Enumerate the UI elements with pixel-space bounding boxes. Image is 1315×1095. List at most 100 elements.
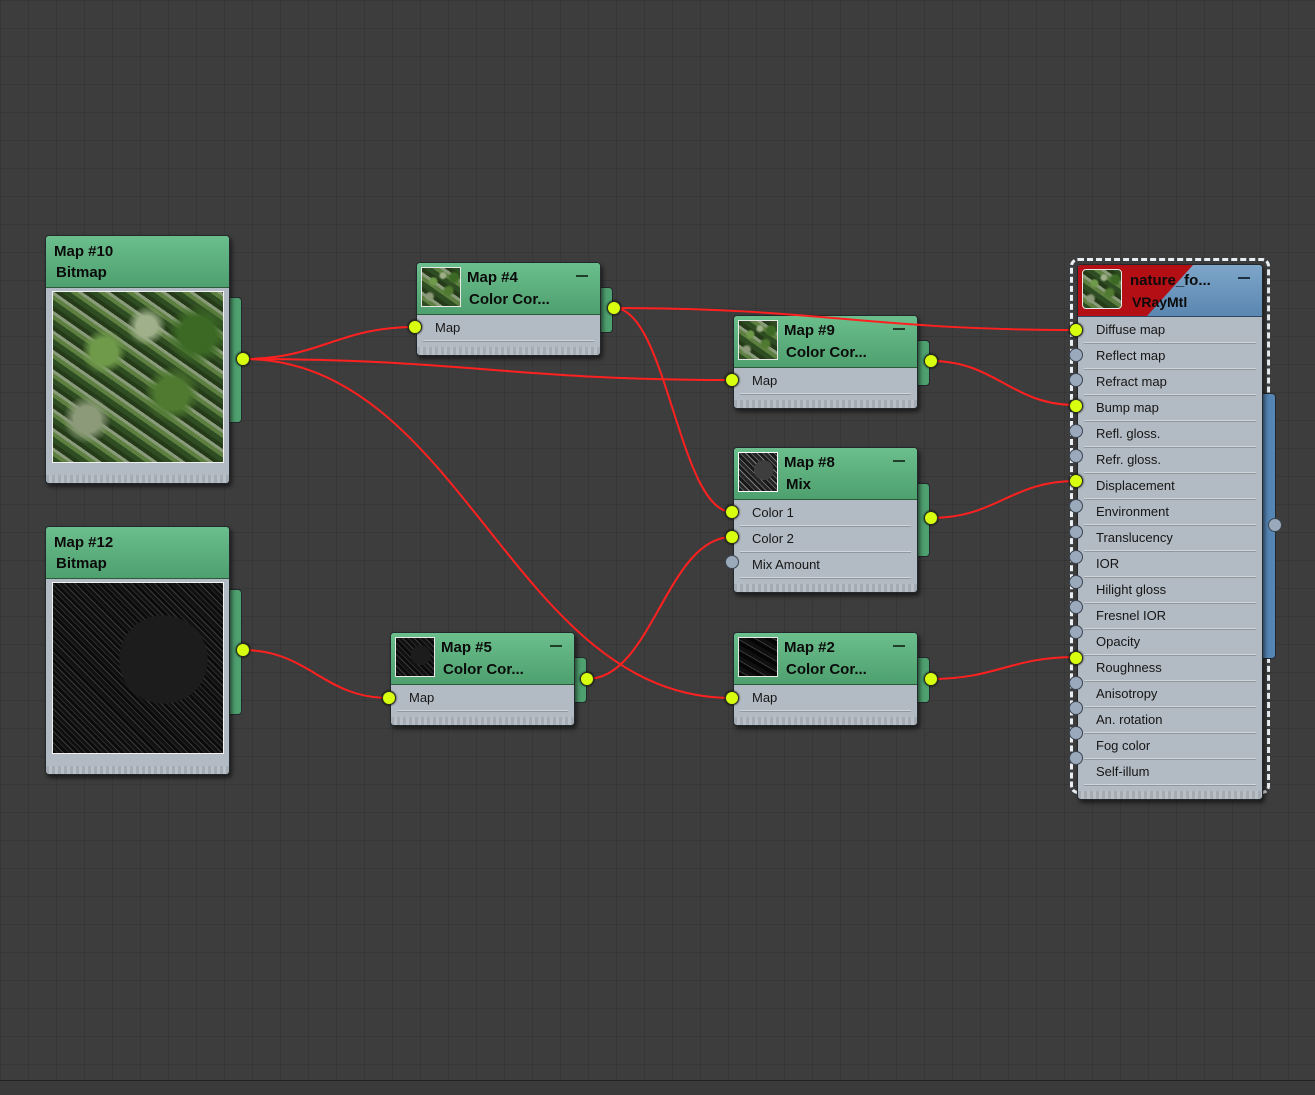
minus-icon[interactable]	[550, 645, 562, 647]
material-slot-ior[interactable]: IOR	[1084, 551, 1256, 577]
resize-grip[interactable]	[46, 475, 229, 483]
material-slot-reflect-map[interactable]: Reflect map	[1084, 343, 1256, 369]
material-slot-refl-gloss[interactable]: Refl. gloss.	[1084, 421, 1256, 447]
input-slot-map[interactable]: Map	[740, 685, 911, 711]
map10-output-socket[interactable]	[236, 352, 250, 366]
material-input-socket-an-rotation[interactable]	[1069, 701, 1083, 715]
material-slot-self-illum[interactable]: Self-illum	[1084, 759, 1256, 785]
material-input-socket-refl-gloss[interactable]	[1069, 423, 1083, 438]
node-header[interactable]: Map #5 Color Cor...	[391, 633, 574, 685]
material-input-socket-refr-gloss[interactable]	[1069, 449, 1083, 463]
minus-icon[interactable]	[576, 275, 588, 277]
node-header[interactable]: Map #4 Color Cor...	[417, 263, 600, 315]
map4-input-socket-map[interactable]	[408, 320, 422, 334]
material-slot-displacement[interactable]: Displacement	[1084, 473, 1256, 499]
map9-output-socket[interactable]	[924, 354, 938, 368]
map9-input-socket-map[interactable]	[725, 373, 739, 387]
material-input-socket-ior[interactable]	[1069, 549, 1083, 564]
slot-label: Refl. gloss.	[1096, 426, 1161, 441]
material-slot-refr-gloss[interactable]: Refr. gloss.	[1084, 447, 1256, 473]
material-slot-hilight-gloss[interactable]: Hilight gloss	[1084, 577, 1256, 603]
node-title: Map #12	[54, 534, 114, 551]
node-title: Map #9	[784, 322, 835, 339]
node-map2[interactable]: Map #2 Color Cor... Map	[733, 632, 918, 726]
node-material[interactable]: nature_fo... VRayMtl Diffuse map Reflect …	[1077, 264, 1263, 800]
node-subtitle: Bitmap	[56, 264, 107, 281]
resize-grip[interactable]	[46, 766, 229, 774]
material-slot-anisotropy[interactable]: Anisotropy	[1084, 681, 1256, 707]
map5-output-socket[interactable]	[580, 672, 594, 686]
map2-output-socket[interactable]	[924, 672, 938, 686]
node-header[interactable]: Map #8 Mix	[734, 448, 917, 500]
slot-label: Opacity	[1096, 634, 1141, 649]
map-thumbnail	[738, 320, 778, 360]
resize-grip[interactable]	[734, 584, 917, 592]
node-header[interactable]: Map #12 Bitmap	[46, 527, 229, 579]
map8-output-socket[interactable]	[924, 511, 938, 525]
wire-map2-to-roughness	[930, 656, 1077, 680]
resize-grip[interactable]	[1078, 791, 1262, 799]
material-slot-refract-map[interactable]: Refract map	[1084, 369, 1256, 395]
material-input-socket-bump-map[interactable]	[1069, 398, 1083, 413]
minus-icon[interactable]	[1238, 277, 1250, 279]
resize-grip[interactable]	[734, 400, 917, 408]
material-slot-opacity[interactable]: Opacity	[1084, 629, 1256, 655]
node-title: Map #5	[441, 639, 492, 656]
node-subtitle: Color Cor...	[443, 661, 524, 678]
material-slot-environment[interactable]: Environment	[1084, 499, 1256, 525]
wire-map12-to-map5	[242, 649, 390, 699]
material-slot-translucency[interactable]: Translucency	[1084, 525, 1256, 551]
slot-label: Roughness	[1096, 660, 1162, 675]
material-slot-an-rotation[interactable]: An. rotation	[1084, 707, 1256, 733]
resize-grip[interactable]	[734, 717, 917, 725]
map8-input-socket-color1[interactable]	[725, 505, 739, 519]
input-slot-mix-amount[interactable]: Mix Amount	[740, 552, 911, 578]
map2-input-socket-map[interactable]	[725, 691, 739, 705]
material-input-socket-roughness[interactable]	[1069, 650, 1083, 665]
material-output-socket[interactable]	[1268, 518, 1282, 532]
slot-label: Anisotropy	[1096, 686, 1158, 701]
node-header[interactable]: Map #10 Bitmap	[46, 236, 229, 288]
node-header[interactable]: Map #2 Color Cor...	[734, 633, 917, 685]
material-input-socket-hilight-gloss[interactable]	[1069, 575, 1083, 589]
resize-grip[interactable]	[417, 347, 600, 355]
slot-label: Environment	[1096, 504, 1169, 519]
minus-icon[interactable]	[893, 460, 905, 462]
minus-icon[interactable]	[893, 328, 905, 330]
node-map4[interactable]: Map #4 Color Cor... Map	[416, 262, 601, 356]
material-slot-diffuse-map[interactable]: Diffuse map	[1084, 317, 1256, 343]
map12-output-socket[interactable]	[236, 643, 250, 657]
map4-output-socket[interactable]	[607, 301, 621, 315]
input-slot-map[interactable]: Map	[740, 368, 911, 394]
map8-input-socket-mix-amount[interactable]	[725, 555, 739, 569]
input-slot-color1[interactable]: Color 1	[740, 500, 911, 526]
node-map9[interactable]: Map #9 Color Cor... Map	[733, 315, 918, 409]
input-slot-map[interactable]: Map	[423, 315, 594, 341]
node-header[interactable]: nature_fo... VRayMtl	[1078, 265, 1262, 317]
material-slot-bump-map[interactable]: Bump map	[1084, 395, 1256, 421]
slot-label: Translucency	[1096, 530, 1173, 545]
node-map10[interactable]: Map #10 Bitmap	[45, 235, 230, 484]
node-map12[interactable]: Map #12 Bitmap	[45, 526, 230, 775]
map5-input-socket-map[interactable]	[382, 691, 396, 705]
material-slot-fog-color[interactable]: Fog color	[1084, 733, 1256, 759]
material-input-socket-anisotropy[interactable]	[1069, 675, 1083, 690]
resize-grip[interactable]	[391, 717, 574, 725]
input-slot-color2[interactable]: Color 2	[740, 526, 911, 552]
material-input-socket-translucency[interactable]	[1069, 524, 1083, 539]
node-title: nature_fo...	[1130, 272, 1211, 289]
wire-map5-to-map8-color2	[586, 536, 733, 680]
node-map5[interactable]: Map #5 Color Cor... Map	[390, 632, 575, 726]
node-title: Map #10	[54, 243, 114, 260]
map8-input-socket-color2[interactable]	[725, 530, 739, 544]
wire-map4-to-map8-color1	[613, 307, 733, 513]
input-slot-map[interactable]: Map	[397, 685, 568, 711]
minus-icon[interactable]	[893, 645, 905, 647]
node-header[interactable]: Map #9 Color Cor...	[734, 316, 917, 368]
node-map8[interactable]: Map #8 Mix Color 1 Color 2 Mix Amount	[733, 447, 918, 593]
material-slot-fresnel-ior[interactable]: Fresnel IOR	[1084, 603, 1256, 629]
material-input-socket-diffuse-map[interactable]	[1069, 323, 1083, 337]
material-slot-roughness[interactable]: Roughness	[1084, 655, 1256, 681]
node-subtitle: Color Cor...	[469, 291, 550, 308]
slot-label: Hilight gloss	[1096, 582, 1167, 597]
